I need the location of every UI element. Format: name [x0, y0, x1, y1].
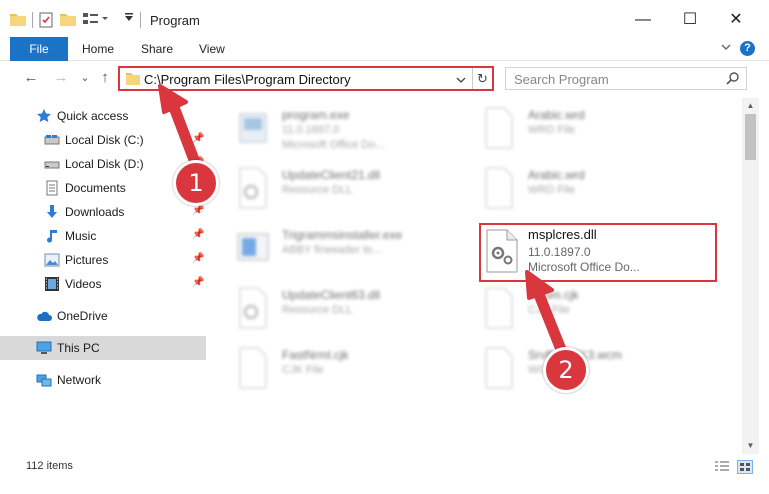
- step-2-badge: 2: [543, 347, 589, 393]
- annotation-arrows: [158, 84, 568, 358]
- file-explorer-window: Program — ☐ ✕ File Home Share View ? ← →…: [0, 0, 769, 494]
- step-1-badge: 1: [173, 160, 219, 206]
